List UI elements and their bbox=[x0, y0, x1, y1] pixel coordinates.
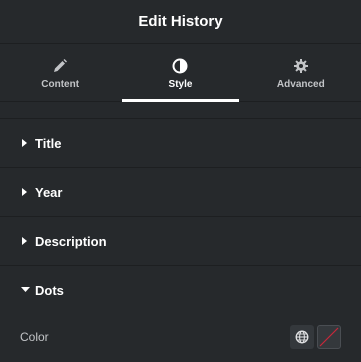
caret-down-icon bbox=[20, 285, 30, 295]
section-title[interactable]: Title bbox=[0, 118, 361, 168]
section-dots-label: Dots bbox=[35, 282, 64, 298]
section-dots[interactable]: Dots bbox=[0, 266, 361, 314]
panel-title: Edit History bbox=[138, 13, 223, 30]
empty-color-slash-icon bbox=[319, 327, 339, 347]
tab-advanced-label: Advanced bbox=[276, 78, 325, 90]
globe-icon bbox=[295, 330, 309, 344]
section-title-label: Title bbox=[35, 135, 62, 151]
editor-panel: Edit History Content Style Advanced Titl… bbox=[0, 0, 361, 362]
panel-header: Edit History bbox=[0, 0, 361, 44]
section-year[interactable]: Year bbox=[0, 168, 361, 217]
tab-style[interactable]: Style bbox=[120, 44, 240, 102]
section-description-label: Description bbox=[35, 233, 107, 249]
color-label: Color bbox=[20, 330, 49, 344]
tab-content[interactable]: Content bbox=[0, 44, 120, 101]
gear-icon bbox=[293, 58, 308, 73]
global-colors-button[interactable] bbox=[290, 325, 314, 349]
section-year-label: Year bbox=[35, 184, 63, 200]
caret-right-icon bbox=[20, 236, 30, 246]
color-controls bbox=[290, 325, 341, 349]
caret-right-icon bbox=[20, 138, 30, 148]
panel-tabs: Content Style Advanced bbox=[0, 44, 361, 102]
tab-advanced[interactable]: Advanced bbox=[241, 44, 361, 101]
caret-right-icon bbox=[20, 187, 30, 197]
dots-color-control: Color bbox=[0, 314, 361, 360]
color-swatch[interactable] bbox=[317, 325, 341, 349]
tab-content-label: Content bbox=[41, 78, 80, 90]
pencil-icon bbox=[54, 58, 68, 72]
section-description[interactable]: Description bbox=[0, 217, 361, 266]
tab-style-label: Style bbox=[168, 78, 193, 90]
half-circle-icon bbox=[172, 58, 188, 73]
